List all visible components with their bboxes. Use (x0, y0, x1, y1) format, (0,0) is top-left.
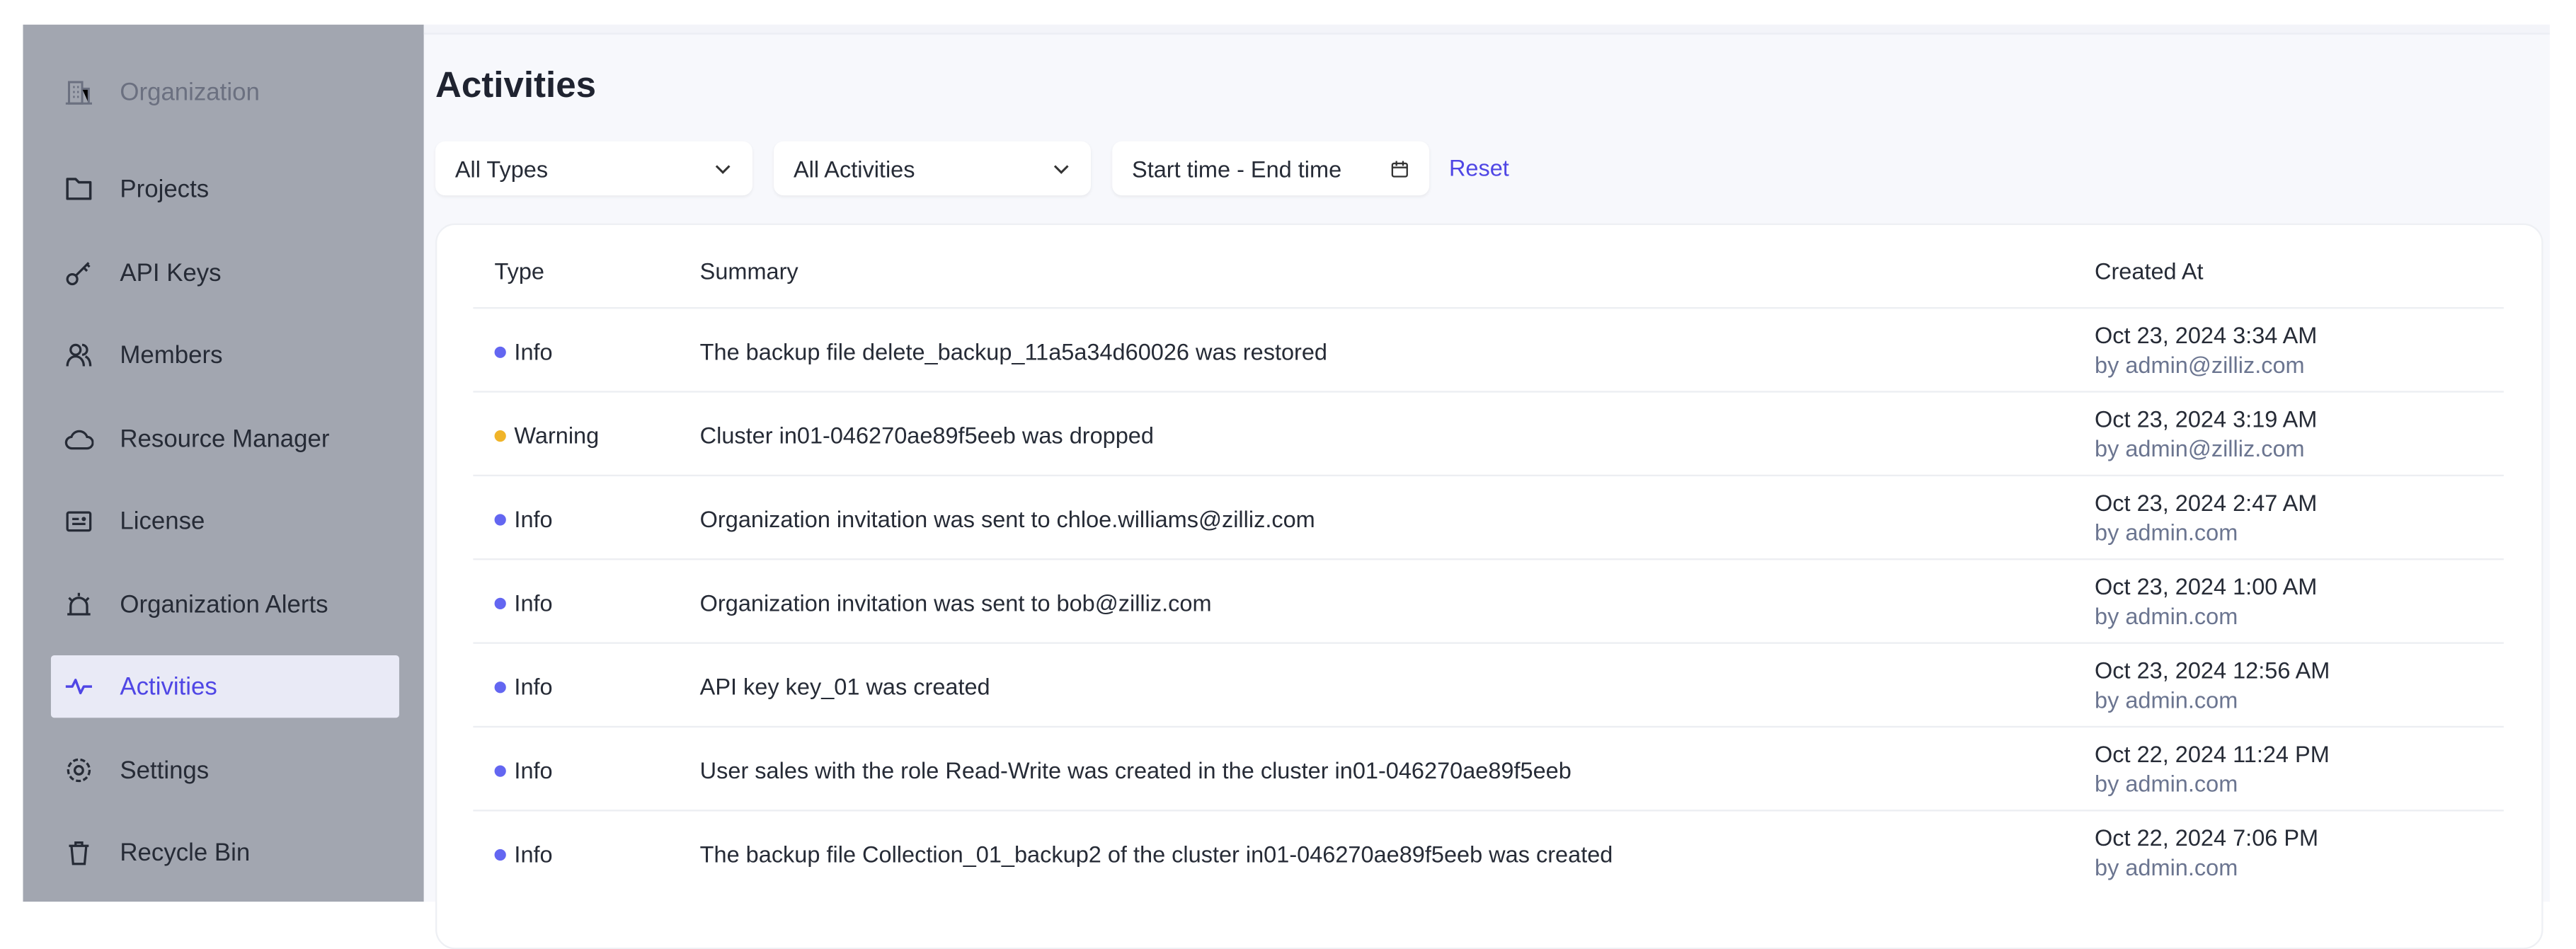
created-by: by admin@zilliz.com (2095, 351, 2305, 378)
type-filter-dropdown[interactable]: All Types (435, 141, 752, 196)
sidebar-item-organization-alerts[interactable]: Organization Alerts (51, 573, 399, 635)
table-row: Info Organization invitation was sent to … (473, 558, 2504, 644)
sidebar-item-api-keys[interactable]: API Keys (51, 241, 399, 304)
sidebar-item-label: Recycle Bin (120, 838, 251, 867)
type-cell: Info (494, 589, 553, 616)
table-row: Info The backup file Collection_01_backup… (473, 810, 2504, 895)
sidebar-item-resource-manager[interactable]: Resource Manager (51, 408, 399, 470)
chevron-down-icon (1053, 164, 1069, 173)
created-date: Oct 23, 2024 3:19 AM (2095, 406, 2318, 432)
created-date: Oct 23, 2024 3:34 AM (2095, 321, 2318, 349)
sidebar-item-organization: Organization (51, 61, 399, 123)
created-by: by admin.com (2095, 686, 2238, 713)
building-icon (64, 77, 94, 107)
sidebar-item-activities[interactable]: Activities (50, 655, 399, 718)
status-dot (494, 765, 506, 777)
key-icon (64, 258, 94, 287)
sidebar-item-label: Organization (120, 78, 260, 106)
created-by: by admin@zilliz.com (2095, 435, 2305, 462)
table-row: Info User sales with the role Read-Write … (473, 725, 2504, 812)
type-cell: Info (494, 338, 553, 365)
type-label: Info (514, 673, 553, 700)
sidebar-item-label: Projects (120, 175, 210, 203)
activities-table: Type Summary Created At Info The backup f… (435, 223, 2543, 949)
type-cell: Warning (494, 422, 600, 449)
date-range-picker[interactable]: Start time - End time (1112, 141, 1430, 196)
table-row: Info The backup file delete_backup_11a5a3… (473, 306, 2504, 393)
summary-cell: The backup file Collection_01_backup2 of… (699, 841, 1613, 868)
activity-filter-dropdown[interactable]: All Activities (774, 141, 1092, 196)
status-dot (494, 849, 506, 861)
status-dot (494, 597, 506, 610)
created-by: by admin.com (2095, 770, 2238, 797)
type-cell: Info (494, 673, 553, 700)
summary-cell: The backup file delete_backup_11a5a34d60… (699, 338, 1328, 365)
table-row: Info API key key_01 was created Oct 23, 20… (473, 642, 2504, 727)
created-by: by admin.com (2095, 853, 2238, 880)
activity-filter-value: All Activities (793, 155, 915, 182)
main-content: Activities All Types All Activities Star… (423, 24, 2550, 949)
type-label: Info (514, 841, 553, 868)
created-by: by admin.com (2095, 602, 2238, 629)
license-icon (64, 506, 94, 536)
created-by: by admin.com (2095, 519, 2238, 546)
sidebar-item-projects[interactable]: Projects (51, 158, 399, 220)
sidebar: Organization Projects API Keys Members Resou… (23, 24, 424, 902)
column-header-type: Type (494, 258, 545, 284)
activity-icon (64, 672, 94, 701)
type-cell: Info (494, 505, 553, 532)
status-dot (494, 430, 506, 442)
gear-icon (64, 756, 94, 786)
type-cell: Info (494, 841, 553, 868)
sidebar-item-settings[interactable]: Settings (51, 739, 399, 801)
trash-icon (64, 838, 94, 868)
sidebar-item-members[interactable]: Members (51, 323, 399, 386)
calendar-icon (1391, 160, 1408, 177)
created-date: Oct 22, 2024 7:06 PM (2095, 824, 2319, 851)
chevron-down-icon (715, 164, 731, 173)
sidebar-item-label: Organization Alerts (120, 590, 328, 619)
sidebar-item-recycle-bin[interactable]: Recycle Bin (51, 821, 399, 883)
cloud-icon (64, 424, 94, 454)
sidebar-item-label: Activities (120, 672, 217, 701)
alarm-icon (64, 589, 94, 619)
created-date: Oct 23, 2024 1:00 AM (2095, 573, 2318, 600)
status-dot (494, 346, 506, 358)
type-filter-value: All Types (454, 155, 549, 182)
type-label: Info (514, 757, 553, 784)
sidebar-item-label: Members (120, 340, 223, 369)
sidebar-item-label: License (120, 506, 205, 535)
summary-cell: Organization invitation was sent to bob@… (699, 589, 1212, 616)
sidebar-item-label: API Keys (120, 258, 222, 287)
type-label: Info (514, 589, 553, 616)
created-date: Oct 23, 2024 2:47 AM (2095, 489, 2318, 516)
type-label: Warning (514, 422, 600, 449)
table-row: Warning Cluster in01-046270ae89f5eeb was … (473, 391, 2504, 476)
column-header-summary: Summary (699, 258, 798, 284)
top-bar (423, 24, 2550, 35)
reset-button[interactable]: Reset (1449, 154, 1509, 180)
created-date: Oct 23, 2024 12:56 AM (2095, 657, 2330, 684)
sidebar-item-label: Settings (120, 756, 210, 785)
column-header-created-at: Created At (2095, 258, 2204, 284)
summary-cell: API key key_01 was created (699, 673, 990, 700)
type-cell: Info (494, 757, 553, 784)
summary-cell: User sales with the role Read-Write was … (699, 757, 1572, 784)
type-label: Info (514, 505, 553, 532)
sidebar-item-license[interactable]: License (51, 490, 399, 552)
users-icon (64, 340, 94, 369)
status-dot (494, 514, 506, 526)
folder-icon (64, 174, 94, 204)
table-row: Info Organization invitation was sent to … (473, 474, 2504, 560)
created-date: Oct 22, 2024 11:24 PM (2095, 740, 2330, 767)
date-range-placeholder: Start time - End time (1132, 155, 1342, 182)
page-title: Activities (435, 64, 597, 105)
summary-cell: Cluster in01-046270ae89f5eeb was dropped (699, 422, 1154, 449)
sidebar-item-label: Resource Manager (120, 424, 330, 453)
status-dot (494, 681, 506, 694)
type-label: Info (514, 338, 553, 365)
summary-cell: Organization invitation was sent to chlo… (699, 505, 1315, 532)
